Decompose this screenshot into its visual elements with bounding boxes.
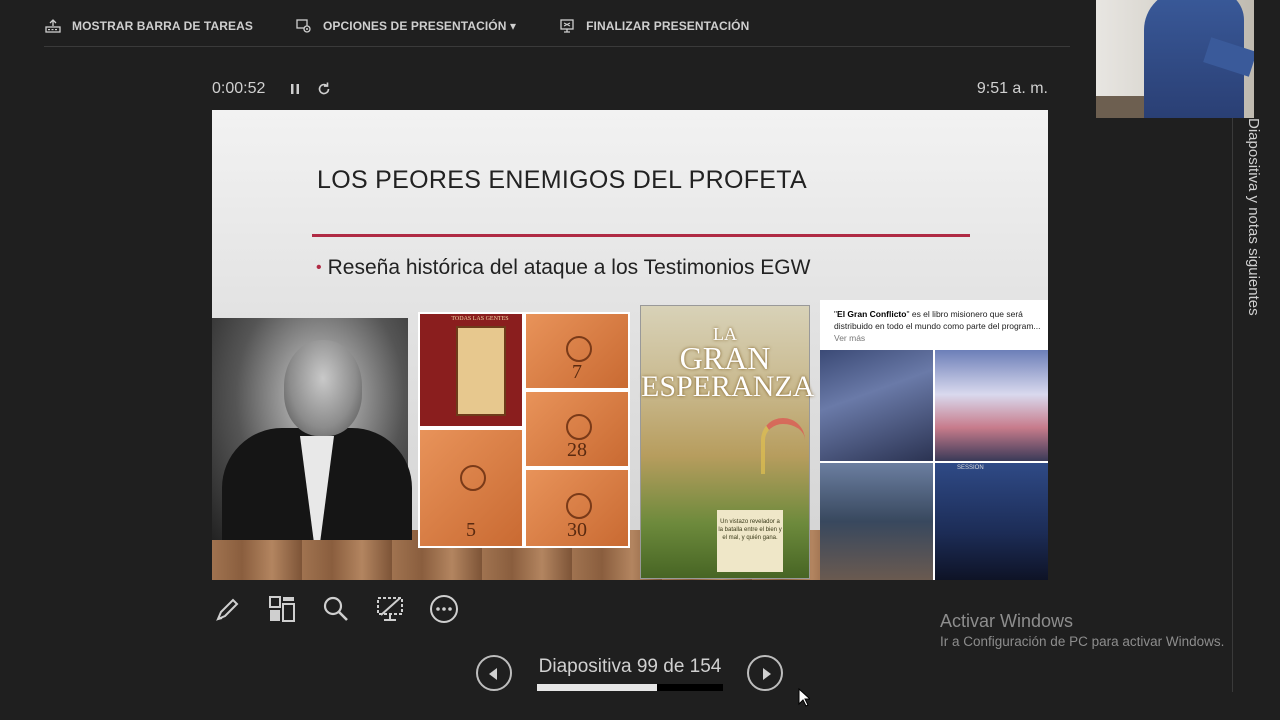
book-cover: TODAS LAS GENTES: [420, 314, 522, 426]
presentation-options-button[interactable]: OPCIONES DE PRESENTACIÓN ▾: [295, 17, 516, 35]
book-volume-number: 30: [567, 519, 587, 541]
book-cover-caption: TODAS LAS GENTES: [451, 316, 509, 322]
elapsed-timer: 0:00:52: [212, 80, 266, 97]
end-slideshow-icon: [560, 19, 574, 33]
cover-title-line3: ESPERANZA: [641, 370, 815, 403]
current-slide[interactable]: LOS PEORES ENEMIGOS DEL PROFETA • Reseña …: [212, 110, 1048, 580]
activation-watermark-title: Activar Windows: [940, 611, 1074, 631]
title-underline: [312, 234, 970, 237]
bullet-text: Reseña histórica del ataque a los Testim…: [327, 256, 811, 279]
slide-bullet: • Reseña histórica del ataque a los Testi…: [316, 256, 810, 280]
book-volume-number: 5: [466, 519, 476, 541]
screen-toggle-icon: [377, 597, 403, 621]
show-taskbar-label: MOSTRAR BARRA DE TAREAS: [72, 19, 253, 33]
book-volume-number: 7: [572, 361, 582, 383]
slide-counter[interactable]: Diapositiva 99 de 154: [537, 656, 723, 678]
see-more-link: Ver más: [834, 333, 866, 343]
slide-progress-fill: [537, 684, 657, 691]
end-presentation-button[interactable]: FINALIZAR PRESENTACIÓN: [558, 17, 749, 35]
book-emblem-icon: [566, 492, 592, 519]
see-all-slides-button[interactable]: [266, 593, 298, 625]
pen-tool-button[interactable]: [212, 593, 244, 625]
collage-photo: SESSION: [935, 463, 1048, 580]
more-icon: [430, 595, 458, 623]
book-emblem-icon: [566, 414, 592, 441]
taskbar-icon: [45, 19, 61, 33]
reset-timer-icon[interactable]: [315, 80, 333, 98]
more-options-button[interactable]: [428, 593, 460, 625]
next-slide-button[interactable]: [747, 655, 783, 691]
collage-caption: "El Gran Conflicto" es el libro misioner…: [834, 309, 1041, 343]
cover-tagline: Un vistazo revelador a la batalla entre …: [717, 510, 783, 572]
collage-photo: [935, 350, 1048, 461]
activation-watermark-subtitle: Ir a Configuración de PC para activar Wi…: [940, 634, 1225, 649]
webcam-feed: [1096, 0, 1254, 118]
book-volume: 7: [526, 314, 628, 388]
pause-icon[interactable]: [288, 81, 302, 97]
gear-icon: [296, 19, 311, 33]
book-emblem-icon: [566, 336, 592, 363]
black-screen-button[interactable]: [374, 593, 406, 625]
magnifier-icon: [323, 596, 348, 621]
slide-progress-bar: [537, 684, 723, 691]
presentation-options-label: OPCIONES DE PRESENTACIÓN ▾: [322, 19, 517, 33]
slide-tools: [212, 593, 460, 625]
book-volume-number: 28: [567, 439, 587, 461]
current-time: 9:51 a. m.: [976, 80, 1048, 97]
pen-icon: [216, 598, 239, 621]
toolbar-divider: [44, 46, 1070, 47]
previous-slide-button[interactable]: [476, 655, 512, 691]
bullet-dot: •: [316, 259, 322, 276]
timer-row: 0:00:52 9:51 a. m.: [212, 78, 1048, 102]
collage-photo: [820, 463, 933, 580]
gran-conflicto-collage: "El Gran Conflicto" es el libro misioner…: [820, 300, 1048, 580]
gran-esperanza-cover: LA GRAN ESPERANZA Un vistazo revelador a…: [640, 305, 815, 579]
portrait-head: [284, 340, 362, 436]
book-volume: 30: [526, 470, 628, 546]
zoom-button[interactable]: [320, 593, 352, 625]
book-volume: 28: [526, 392, 628, 466]
next-slide-notes-label[interactable]: Diapositiva y notas siguientes: [1245, 118, 1262, 316]
presenter-toolbar: MOSTRAR BARRA DE TAREAS OPCIONES DE PRES…: [44, 14, 749, 38]
slide-title: LOS PEORES ENEMIGOS DEL PROFETA: [317, 166, 807, 194]
collage-photo: [820, 350, 933, 461]
testimonies-books-image: TODAS LAS GENTES 7 28 5 30: [418, 312, 630, 548]
end-presentation-label: FINALIZAR PRESENTACIÓN: [586, 19, 750, 33]
rainbow-graphic: [761, 418, 805, 474]
show-taskbar-button[interactable]: MOSTRAR BARRA DE TAREAS: [44, 17, 253, 35]
book-emblem-icon: [460, 464, 486, 491]
mouse-cursor-icon: [798, 688, 810, 707]
portrait-photo: [212, 318, 412, 540]
collage-caption-bold: El Gran Conflicto: [837, 309, 907, 319]
book-cover-portrait: [456, 326, 506, 416]
session-label: SESSION: [957, 465, 984, 471]
book-volume: 5: [420, 430, 522, 546]
side-panel-divider: [1232, 118, 1233, 692]
slides-grid-icon: [269, 596, 295, 622]
